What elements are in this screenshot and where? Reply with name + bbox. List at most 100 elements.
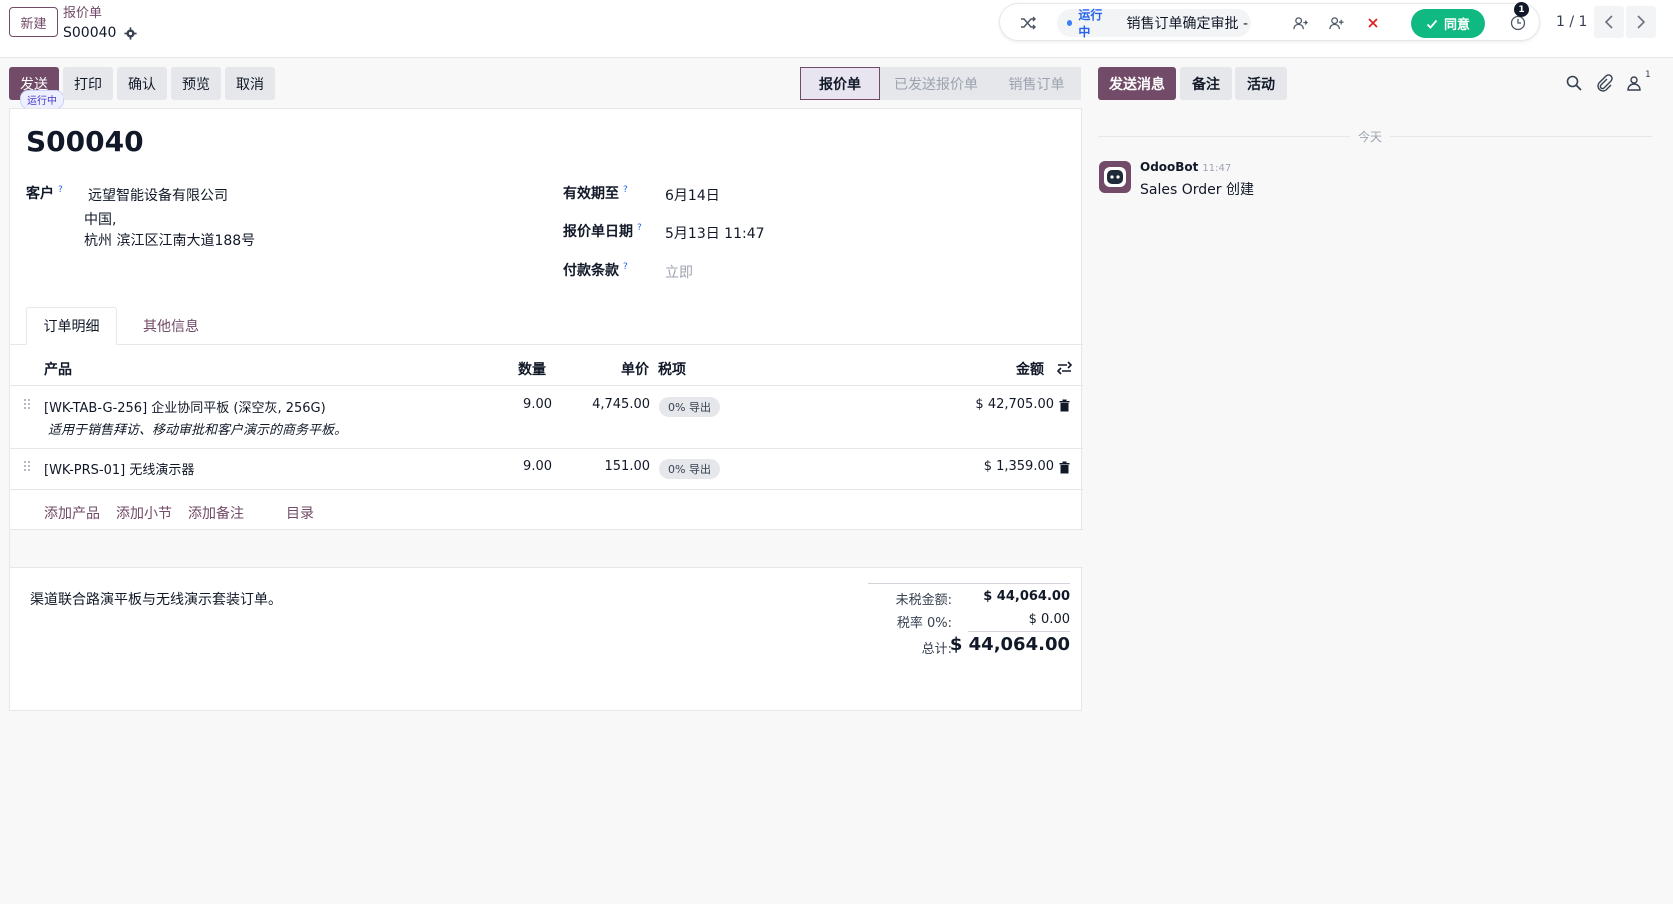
page-title: S00040 [26, 125, 144, 158]
divider [10, 448, 1083, 449]
quotation-date-help-icon[interactable]: ? [637, 223, 642, 233]
search-icon[interactable] [1565, 74, 1583, 92]
approval-title: 销售订单确定审批 - ... [1126, 16, 1251, 32]
empty-lines-area [10, 530, 1083, 567]
stage-quotation[interactable]: 报价单 [800, 67, 880, 100]
tab-order-lines[interactable]: 订单明细 [26, 307, 117, 345]
total-value: $ 44,064.00 [949, 634, 1070, 655]
col-amount-header[interactable]: 金额 [1016, 359, 1044, 379]
breadcrumb-parent[interactable]: 报价单 [63, 2, 102, 21]
agree-button[interactable]: 同意 [1411, 9, 1485, 38]
drag-handle-icon[interactable] [23, 398, 31, 410]
row2-tax-badge[interactable]: 0% 导出 [659, 459, 720, 479]
message-author-name: OdooBot [1140, 160, 1199, 174]
followers-icon[interactable] [1626, 74, 1644, 92]
customer-label-text: 客户 [26, 186, 54, 202]
tax-label: 税率 0%: [896, 616, 952, 631]
row1-description[interactable]: 适用于销售拜访、移动审批和客户演示的商务平板。 [48, 419, 347, 438]
confirm-button[interactable]: 确认 [117, 67, 167, 100]
catalog-link[interactable]: 目录 [286, 503, 314, 523]
untaxed-value: $ 44,064.00 [983, 589, 1070, 604]
cancel-button[interactable]: 取消 [225, 67, 275, 100]
trash-icon[interactable] [1059, 461, 1070, 474]
quotation-date-label-text: 报价单日期 [563, 224, 633, 240]
activity-button[interactable]: 活动 [1235, 67, 1287, 100]
stage-quotation-sent[interactable]: 已发送报价单 [880, 67, 992, 100]
tax-value: $ 0.00 [1028, 612, 1070, 627]
row1-price[interactable]: 4,745.00 [570, 397, 650, 412]
row2-qty[interactable]: 9.00 [522, 459, 552, 474]
column-settings-icon[interactable] [1057, 361, 1072, 375]
customer-help-icon[interactable]: ? [58, 185, 63, 195]
activity-clock-icon[interactable]: 1 [1500, 2, 1536, 42]
notebook-tabs: 订单明细 其他信息 [10, 307, 1083, 345]
print-button[interactable]: 打印 [63, 67, 113, 100]
running-badge: 运行中 [20, 90, 64, 109]
date-separator-label: 今天 [1350, 128, 1391, 145]
paperclip-icon[interactable] [1595, 74, 1613, 92]
validity-date-field[interactable]: 6月14日 [665, 185, 720, 205]
stage-sales-order[interactable]: 销售订单 [992, 67, 1081, 100]
pager-next-button[interactable] [1626, 6, 1656, 38]
activity-count-badge: 1 [1514, 2, 1529, 17]
preview-button[interactable]: 预览 [171, 67, 221, 100]
trash-icon[interactable] [1059, 399, 1070, 412]
totals-divider [868, 583, 1070, 584]
log-note-button[interactable]: 备注 [1180, 67, 1232, 100]
new-button[interactable]: 新建 [9, 7, 58, 37]
col-product-header[interactable]: 产品 [44, 359, 72, 379]
terms-note[interactable]: 渠道联合路演平板与无线演示套装订单。 [30, 589, 282, 609]
row2-price[interactable]: 151.00 [570, 459, 651, 474]
customer-address-line3: 杭州 滨江区江南大道188号 [84, 233, 256, 249]
breadcrumb-current-label: S00040 [63, 25, 117, 41]
validity-label-text: 有效期至 [563, 186, 619, 202]
validity-label: 有效期至? [563, 183, 628, 203]
message-author[interactable]: OdooBot 11:47 [1140, 160, 1231, 174]
gear-icon[interactable] [124, 26, 138, 40]
message-body: Sales Order 创建 [1140, 182, 1254, 198]
pager-previous-button[interactable] [1594, 6, 1624, 38]
col-tax-header[interactable]: 税项 [658, 359, 686, 379]
untaxed-label: 未税金额: [895, 593, 952, 608]
message-time: 11:47 [1202, 163, 1232, 174]
add-approver-icon[interactable] [1322, 4, 1350, 42]
payment-terms-label: 付款条款? [563, 260, 628, 280]
add-note-link[interactable]: 添加备注 [188, 503, 244, 523]
row1-qty[interactable]: 9.00 [522, 397, 552, 412]
customer-label: 客户? [26, 183, 63, 203]
quotation-date-field[interactable]: 5月13日 11:47 [665, 223, 765, 243]
drag-handle-icon[interactable] [23, 460, 31, 472]
row1-tax-badge[interactable]: 0% 导出 [659, 397, 720, 417]
row2-product[interactable]: [WK-PRS-01] 无线演示器 [44, 459, 194, 478]
divider [10, 489, 1083, 490]
agree-label: 同意 [1443, 18, 1470, 33]
customer-name[interactable]: 远望智能设备有限公司 [88, 185, 228, 205]
payment-terms-field[interactable]: 立即 [665, 262, 693, 282]
running-status-label: 运行中 [1078, 8, 1103, 39]
customer-address-line2: 中国, [84, 212, 117, 228]
total-divider [968, 631, 1070, 632]
tab-other-info[interactable]: 其他信息 [126, 307, 216, 345]
send-message-button[interactable]: 发送消息 [1098, 67, 1176, 100]
pager-value[interactable]: 1 / 1 [1556, 14, 1587, 30]
chevron-right-icon [1637, 15, 1646, 29]
col-qty-header[interactable]: 数量 [518, 359, 546, 379]
payment-terms-help-icon[interactable]: ? [623, 262, 628, 272]
form-sheet: S00040 客户? 远望智能设备有限公司 中国, 杭州 滨江区江南大道188号… [9, 108, 1083, 711]
col-price-header[interactable]: 单价 [621, 359, 649, 379]
transfer-user-icon[interactable] [1286, 4, 1314, 42]
status-dot [1067, 20, 1073, 26]
row1-product[interactable]: [WK-TAB-G-256] 企业协同平板 (深空灰, 256G) [44, 397, 326, 416]
avatar[interactable] [1099, 161, 1131, 193]
reject-icon[interactable] [1358, 4, 1388, 42]
shuffle-icon[interactable] [1008, 4, 1048, 42]
add-product-link[interactable]: 添加产品 [44, 503, 100, 523]
add-section-link[interactable]: 添加小节 [116, 503, 172, 523]
breadcrumb-current: S00040 [63, 25, 138, 41]
chevron-left-icon [1604, 15, 1613, 29]
row1-amount: $ 42,705.00 [975, 397, 1054, 412]
approval-toolbar: 运行中 销售订单确定审批 - ... 同意 1 [999, 2, 1540, 42]
running-status-pill[interactable]: 运行中 销售订单确定审批 - ... [1057, 8, 1251, 39]
status-bar: 报价单 已发送报价单 销售订单 [800, 67, 1081, 100]
validity-help-icon[interactable]: ? [623, 185, 628, 195]
